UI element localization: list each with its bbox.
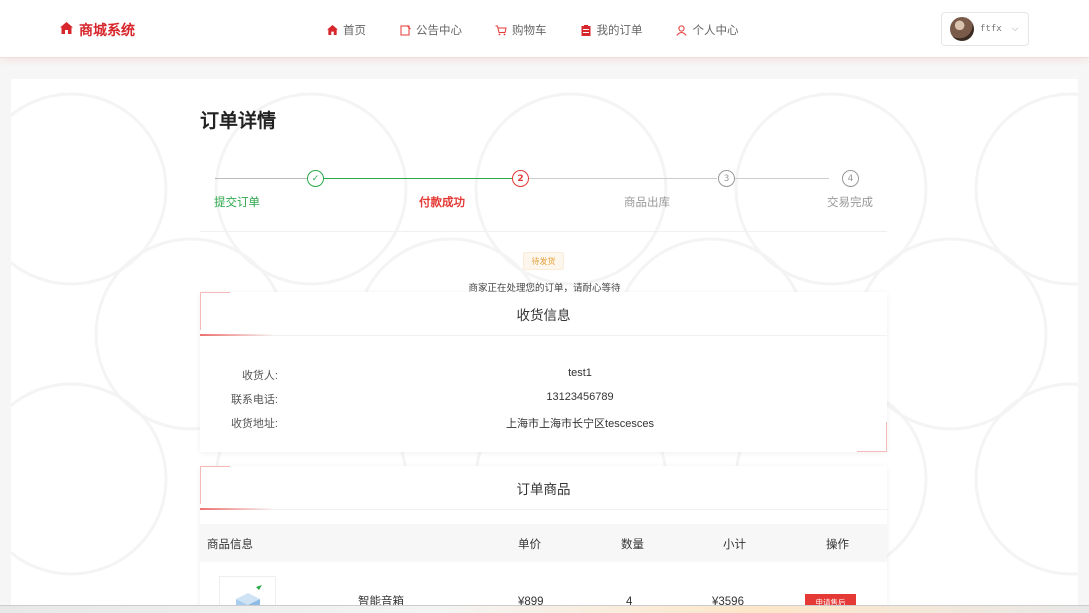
- notice-icon: [399, 24, 411, 36]
- logo[interactable]: 商城系统: [60, 20, 135, 40]
- bottom-scroll-strip: [0, 605, 1089, 613]
- app-name: 商城系统: [79, 23, 135, 39]
- order-items-card: 订单商品 商品信息 单价 数量 小计 操作 智能音箱 ¥899 4 ¥3596: [200, 466, 887, 613]
- column-header: 单价: [518, 539, 541, 551]
- info-value: 上海市上海市长宁区tescesces: [506, 418, 654, 430]
- username: ftfx: [980, 24, 1002, 34]
- order-icon: [580, 24, 592, 36]
- info-value: 13123456789: [546, 391, 614, 403]
- info-label: 收货地址:: [230, 418, 278, 430]
- nav-item-label: 个人中心: [692, 23, 739, 37]
- step-pending-marker: 4: [842, 170, 859, 187]
- main-nav: 首页 公告中心 购物车 我的订单 个人中心: [326, 22, 772, 38]
- step-label-submitted: 提交订单: [214, 197, 260, 209]
- top-navbar: 商城系统 首页 公告中心 购物车 我的订单 个人中心 ftfx ⌵: [0, 0, 1089, 58]
- home-icon: [326, 24, 338, 36]
- step-connector: [735, 178, 829, 179]
- info-value: test1: [568, 367, 592, 379]
- cart-icon: [495, 24, 507, 36]
- nav-item-label: 我的订单: [596, 23, 643, 37]
- step-label-shipped: 商品出库: [624, 197, 670, 209]
- table-header: 商品信息 单价 数量 小计 操作: [200, 524, 887, 562]
- info-row-address: 收货地址: 上海市上海市长宁区tescesces: [200, 415, 887, 435]
- step-connector: [215, 178, 315, 179]
- corner-decoration: [200, 466, 230, 504]
- step-pending-marker: 3: [718, 170, 735, 187]
- card-title: 订单商品: [516, 481, 571, 498]
- column-header: 商品信息: [207, 539, 253, 551]
- info-row-recipient: 收货人: test1: [200, 367, 887, 387]
- step-label-completed: 交易完成: [827, 197, 873, 209]
- card-header: 收货信息: [200, 292, 887, 336]
- info-label: 收货人:: [241, 370, 278, 382]
- user-menu[interactable]: ftfx ⌵: [941, 12, 1029, 46]
- card-title: 收货信息: [516, 307, 571, 324]
- nav-item-home[interactable]: 首页: [326, 22, 366, 38]
- order-progress-steps: ✓ 2 3 4 提交订单 付款成功 商品出库 交易完成: [200, 164, 887, 214]
- chevron-down-icon: ⌵: [1011, 24, 1019, 34]
- nav-item-profile[interactable]: 个人中心: [676, 22, 739, 38]
- corner-decoration: [200, 292, 230, 330]
- column-header: 小计: [723, 539, 746, 551]
- page-title: 订单详情: [200, 111, 277, 132]
- step-label-paid: 付款成功: [419, 197, 465, 209]
- avatar: [950, 17, 974, 41]
- order-detail-panel: 订单详情 ✓ 2 3 4 提交订单 付款成功 商品出库 交易完成 待发货 商家正…: [11, 79, 1078, 613]
- info-row-phone: 联系电话: 13123456789: [200, 391, 887, 411]
- divider: [200, 231, 887, 232]
- status-badge: 待发货: [523, 252, 564, 270]
- step-connector: [529, 178, 717, 179]
- column-header: 操作: [826, 539, 849, 551]
- nav-item-cart[interactable]: 购物车: [495, 22, 547, 38]
- step-current-marker: 2: [512, 170, 529, 187]
- nav-item-orders[interactable]: 我的订单: [580, 22, 643, 38]
- step-done-icon: ✓: [307, 170, 324, 187]
- nav-item-label: 公告中心: [416, 23, 462, 37]
- home-logo-icon: [60, 22, 73, 38]
- card-header: 订单商品: [200, 466, 887, 510]
- info-label: 联系电话:: [230, 394, 278, 406]
- nav-item-notices[interactable]: 公告中心: [399, 22, 462, 38]
- step-connector: [323, 178, 513, 179]
- user-icon: [676, 24, 688, 36]
- nav-item-label: 首页: [343, 23, 366, 37]
- nav-item-label: 购物车: [512, 23, 547, 37]
- header-accent-line: [200, 334, 275, 336]
- shipping-info-card: 收货信息 收货人: test1 联系电话: 13123456789 收货地址: …: [200, 292, 887, 452]
- corner-decoration: [857, 422, 887, 452]
- header-accent-line: [200, 508, 275, 510]
- column-header: 数量: [621, 539, 644, 551]
